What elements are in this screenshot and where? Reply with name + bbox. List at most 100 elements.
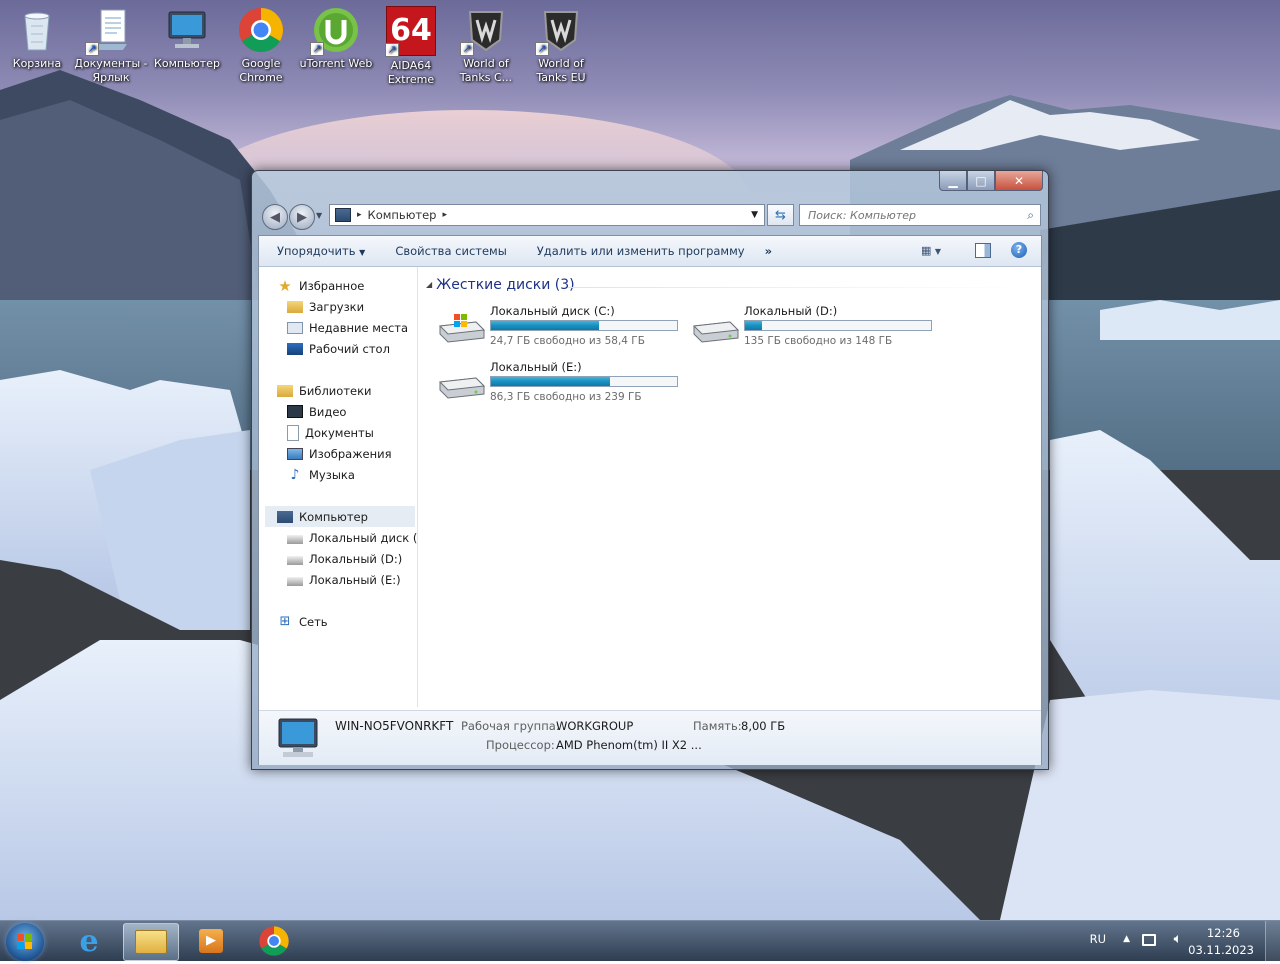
system-properties-button[interactable]: Свойства системы	[379, 244, 520, 258]
close-button[interactable]: ✕	[995, 171, 1043, 191]
search-input[interactable]	[806, 207, 1020, 223]
desktop-icon-aida64[interactable]: 64 ↗ AIDA64 Extreme	[374, 4, 448, 87]
nav-desktop[interactable]: Рабочий стол	[287, 338, 390, 359]
drive-d-tile[interactable]: Локальный (D:) 135 ГБ свободно из 148 ГБ	[688, 302, 938, 350]
taskbar-internet-explorer[interactable]: e	[62, 923, 116, 959]
utorrent-icon: ↗	[310, 6, 360, 56]
preview-pane-button[interactable]	[975, 243, 991, 258]
aida64-icon: 64 ↗	[385, 6, 436, 57]
network-tray-icon[interactable]	[1142, 934, 1156, 946]
chrome-icon	[237, 6, 285, 54]
chrome-icon	[259, 926, 289, 956]
breadcrumb-separator[interactable]: ▸	[442, 210, 447, 220]
back-button[interactable]: ◀	[262, 204, 288, 230]
chevron-down-icon: ▼	[359, 248, 366, 257]
forward-arrow-icon: ▶	[297, 209, 307, 225]
nav-favorites[interactable]: ★ Избранное	[277, 275, 364, 296]
caption-buttons: ▁ □ ✕	[939, 171, 1043, 191]
desktop-icon-wot-eu[interactable]: ↗ World of Tanks EU	[524, 4, 598, 85]
more-commands-button[interactable]: »	[759, 244, 786, 258]
drive-usage-fill	[745, 321, 762, 330]
drive-c-tile[interactable]: Локальный диск (C:) 24,7 ГБ свободно из …	[434, 302, 684, 350]
breadcrumb-computer[interactable]: Компьютер	[368, 208, 437, 222]
show-desktop-button[interactable]	[1265, 921, 1280, 961]
wot-icon: ↗	[460, 6, 510, 56]
desktop-icon-documents-shortcut[interactable]: ↗ Документы - Ярлык	[74, 4, 148, 85]
nav-downloads[interactable]: Загрузки	[287, 296, 364, 317]
desktop-folder-icon	[287, 342, 303, 355]
system-drive-icon	[438, 314, 486, 343]
organize-menu[interactable]: Упорядочить ▼	[259, 244, 379, 258]
nav-pictures[interactable]: Изображения	[287, 443, 392, 464]
nav-music[interactable]: ♪ Музыка	[287, 464, 355, 485]
back-arrow-icon: ◀	[270, 209, 280, 225]
drive-name: Локальный (E:)	[490, 360, 582, 374]
search-box[interactable]: ⌕	[799, 204, 1041, 226]
forward-button[interactable]: ▶	[289, 204, 315, 230]
refresh-icon: ⇆	[775, 207, 786, 223]
drive-usage-bar	[744, 320, 932, 331]
clock-date[interactable]: 03.11.2023	[1188, 943, 1254, 957]
address-bar[interactable]: ▸ Компьютер ▸ ▼	[329, 204, 765, 226]
drive-free-space: 86,3 ГБ свободно из 239 ГБ	[490, 391, 642, 403]
address-dropdown-icon[interactable]: ▼	[751, 210, 758, 220]
desktop-icon-label: AIDA64 Extreme	[387, 59, 435, 86]
documents-library-icon	[287, 424, 299, 441]
desktop-icon-utorrent[interactable]: ↗ uTorrent Web	[299, 4, 373, 71]
refresh-button[interactable]: ⇆	[767, 204, 794, 226]
collapse-arrow-icon: ◢	[426, 280, 433, 289]
tray-expand-icon[interactable]: ▲	[1123, 934, 1130, 944]
hard-drive-icon	[287, 556, 303, 565]
nav-drive-c[interactable]: Локальный диск (C:)	[287, 527, 417, 548]
taskbar-explorer[interactable]	[123, 923, 179, 961]
language-indicator[interactable]: RU	[1090, 932, 1106, 946]
help-icon[interactable]: ?	[1011, 242, 1027, 258]
pictures-library-icon	[287, 447, 303, 460]
nav-documents[interactable]: Документы	[287, 422, 374, 443]
search-icon[interactable]: ⌕	[1027, 208, 1034, 223]
computer-icon	[163, 6, 211, 54]
music-library-icon: ♪	[290, 466, 300, 483]
star-icon: ★	[278, 276, 292, 295]
recent-pages-chevron-icon[interactable]: ▼	[316, 211, 322, 220]
hard-drive-icon	[692, 321, 740, 343]
desktop-icon-computer[interactable]: Компьютер	[150, 4, 224, 71]
computer-name: WIN-NO5FVONRKFT	[335, 719, 454, 733]
desktop-icon-label: uTorrent Web	[299, 57, 373, 70]
memory-value: 8,00 ГБ	[741, 719, 786, 733]
group-header-hard-drives[interactable]: ◢ Жесткие диски (3)	[426, 277, 575, 293]
drive-e-tile[interactable]: Локальный (E:) 86,3 ГБ свободно из 239 Г…	[434, 358, 684, 406]
content-pane: ◢ Жесткие диски (3) Локальный диск (C:) 2…	[418, 267, 1040, 707]
start-button[interactable]	[6, 923, 44, 961]
command-bar: Упорядочить ▼ Свойства системы Удалить и…	[259, 236, 1041, 267]
shortcut-arrow-icon: ↗	[310, 42, 324, 56]
clock-time[interactable]: 12:26	[1207, 926, 1240, 940]
nav-recent-places[interactable]: Недавние места	[287, 317, 408, 338]
maximize-button[interactable]: □	[967, 171, 995, 191]
view-options-button[interactable]: ▦ ▼	[921, 244, 941, 257]
nav-libraries[interactable]: Библиотеки	[277, 380, 372, 401]
shortcut-arrow-icon: ↗	[460, 42, 474, 56]
nav-video[interactable]: Видео	[287, 401, 346, 422]
internet-explorer-icon: e	[79, 923, 99, 959]
nav-drive-e[interactable]: Локальный (E:)	[287, 569, 401, 590]
memory-label: Память:	[693, 719, 742, 733]
shortcut-arrow-icon: ↗	[535, 42, 549, 56]
desktop-icon-label: Google Chrome	[239, 57, 283, 84]
uninstall-program-button[interactable]: Удалить или изменить программу	[521, 244, 759, 258]
nav-network[interactable]: ⊞ Сеть	[277, 611, 328, 632]
desktop-icon-wot-c[interactable]: ↗ World of Tanks C...	[449, 4, 523, 85]
volume-icon[interactable]: 🔈︎	[1174, 931, 1182, 947]
drive-free-space: 135 ГБ свободно из 148 ГБ	[744, 335, 893, 347]
desktop-icon-chrome[interactable]: Google Chrome	[224, 4, 298, 85]
cpu-label: Процессор:	[486, 738, 555, 752]
nav-drive-d[interactable]: Локальный (D:)	[287, 548, 402, 569]
taskbar-media-player[interactable]: ▶	[184, 923, 238, 959]
breadcrumb-separator[interactable]: ▸	[357, 210, 362, 220]
nav-computer[interactable]: Компьютер	[265, 506, 415, 527]
desktop-icon-label: World of Tanks C...	[459, 57, 513, 84]
drive-usage-bar	[490, 376, 678, 387]
taskbar-chrome[interactable]	[247, 923, 301, 959]
minimize-button[interactable]: ▁	[939, 171, 967, 191]
desktop-icon-recycle-bin[interactable]: Корзина	[0, 4, 74, 71]
